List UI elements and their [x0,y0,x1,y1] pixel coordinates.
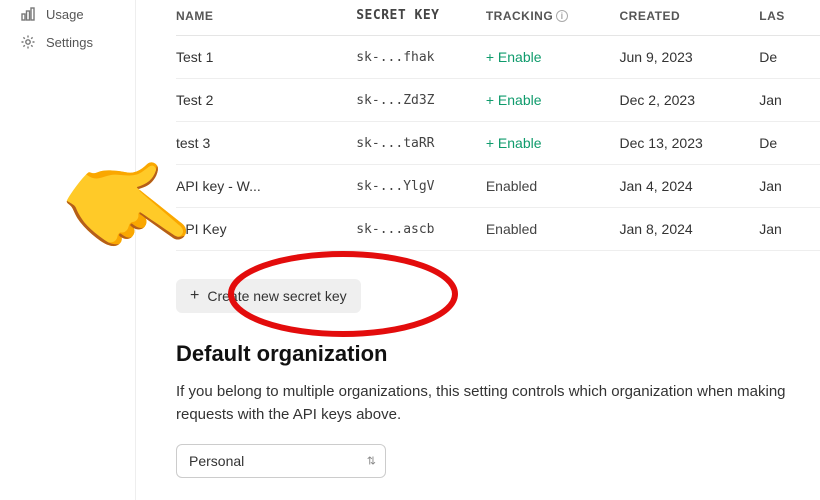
table-row: Test 2sk-...Zd3Z+ Enable Dec 2, 2023Jan [176,79,820,122]
cell-secret: sk-...fhak [356,36,486,79]
cell-created: Jan 8, 2024 [620,208,760,251]
usage-icon [20,6,36,22]
plus-icon: + [190,288,199,304]
cell-secret: sk-...YlgV [356,165,486,208]
cell-tracking: + Enable [486,79,620,122]
org-select-wrap: Personal ⇅ [176,444,386,478]
sidebar-item-label: Usage [46,7,84,22]
sidebar-item-usage[interactable]: Usage [16,0,135,28]
cell-tracking: Enabled [486,165,620,208]
default-org-heading: Default organization [176,341,820,367]
create-secret-key-button[interactable]: + Create new secret key [176,279,361,313]
cell-last: De [759,122,820,165]
cell-created: Dec 2, 2023 [620,79,760,122]
col-header-secret: SECRET KEY [356,0,486,36]
default-org-description: If you belong to multiple organizations,… [176,381,820,426]
cell-last: Jan [759,165,820,208]
tracking-status: Enabled [486,221,537,237]
col-header-name: NAME [176,0,356,36]
main-content: NAME SECRET KEY TRACKINGi CREATED LAS Te… [136,0,820,500]
table-row: API key - W...sk-...YlgVEnabled Jan 4, 20… [176,165,820,208]
cell-name: Test 2 [176,79,356,122]
cell-name: API key - W... [176,165,356,208]
cell-secret: sk-...taRR [356,122,486,165]
create-button-label: Create new secret key [207,288,346,304]
sidebar-item-settings[interactable]: Settings [16,28,135,56]
sidebar: Usage Settings [0,0,136,500]
cell-secret: sk-...ascb [356,208,486,251]
enable-tracking-link[interactable]: + Enable [486,49,542,65]
col-header-created: CREATED [620,0,760,36]
cell-last: De [759,36,820,79]
cell-tracking: Enabled [486,208,620,251]
cell-created: Jan 4, 2024 [620,165,760,208]
info-icon[interactable]: i [556,10,568,22]
sidebar-item-label: Settings [46,35,93,50]
api-keys-table: NAME SECRET KEY TRACKINGi CREATED LAS Te… [176,0,820,251]
cell-last: Jan [759,208,820,251]
cell-name: Test 1 [176,36,356,79]
cell-tracking: + Enable [486,122,620,165]
cell-last: Jan [759,79,820,122]
table-row: test 3sk-...taRR+ Enable Dec 13, 2023De [176,122,820,165]
cell-name: test 3 [176,122,356,165]
cell-secret: sk-...Zd3Z [356,79,486,122]
gear-icon [20,34,36,50]
default-org-select[interactable]: Personal [176,444,386,478]
table-row: Test 1sk-...fhak+ Enable Jun 9, 2023De [176,36,820,79]
enable-tracking-link[interactable]: + Enable [486,92,542,108]
cell-tracking: + Enable [486,36,620,79]
col-header-tracking: TRACKINGi [486,0,620,36]
col-header-last: LAS [759,0,820,36]
cell-created: Jun 9, 2023 [620,36,760,79]
cell-created: Dec 13, 2023 [620,122,760,165]
table-row: API Keysk-...ascbEnabled Jan 8, 2024Jan [176,208,820,251]
cell-name: API Key [176,208,356,251]
enable-tracking-link[interactable]: + Enable [486,135,542,151]
tracking-status: Enabled [486,178,537,194]
